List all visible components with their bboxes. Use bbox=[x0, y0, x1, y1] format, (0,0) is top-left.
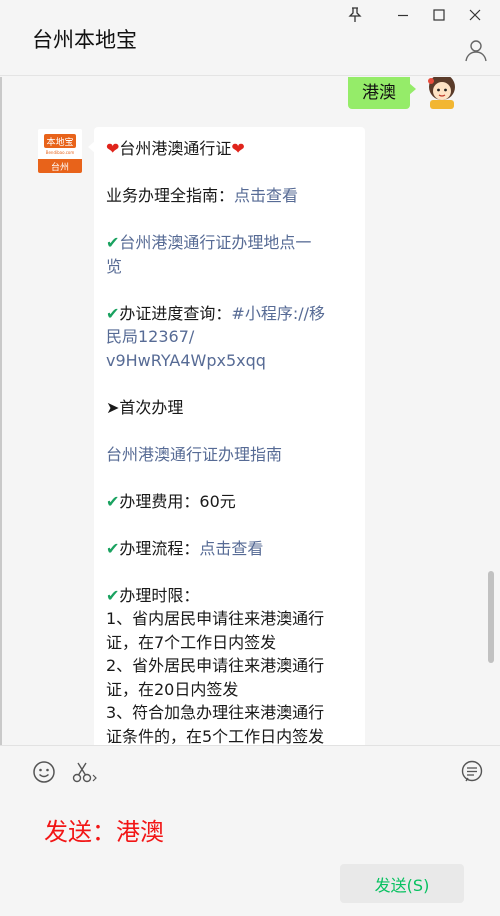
guide-title-link[interactable]: 台州港澳通行证办理指南 bbox=[106, 443, 353, 467]
my-avatar[interactable] bbox=[420, 77, 464, 111]
official-account-avatar[interactable]: 本地宝 Bendibao.com 台州 bbox=[38, 129, 82, 173]
process-prefix: 办理流程： bbox=[119, 538, 200, 558]
close-icon[interactable] bbox=[462, 4, 488, 26]
location-link-cont[interactable]: 览 bbox=[106, 255, 353, 279]
time-limit-text: 办理时限： bbox=[119, 585, 200, 605]
maximize-icon[interactable] bbox=[426, 4, 452, 26]
location-link[interactable]: 台州港澳通行证办理地点一 bbox=[119, 233, 311, 252]
reply-title-text: 台州港澳通行证 bbox=[119, 139, 232, 158]
guide-link[interactable]: 点击查看 bbox=[234, 186, 298, 205]
avatar-city-text: 台州 bbox=[51, 161, 69, 173]
time-limit-line: ✔办理时限： bbox=[106, 584, 353, 608]
location-line: ✔台州港澳通行证办理地点一 bbox=[106, 231, 353, 255]
guide-prefix: 业务办理全指南： bbox=[106, 186, 235, 205]
fee-text: 办理费用：60元 bbox=[119, 491, 236, 511]
chat-area[interactable]: 港澳 本地宝 Bendibao.com 台州 ❤台州港澳通行证❤ 业务办理全指南… bbox=[0, 77, 500, 745]
heart-icon: ❤ bbox=[231, 139, 245, 158]
progress-link-cont[interactable]: 民局12367/ bbox=[106, 325, 353, 349]
chat-title: 台州本地宝 bbox=[32, 28, 137, 52]
check-icon: ✔ bbox=[106, 491, 120, 511]
chat-history-icon[interactable] bbox=[460, 760, 484, 784]
check-icon: ✔ bbox=[106, 585, 120, 605]
emoji-icon[interactable] bbox=[32, 760, 56, 784]
limit-2-line: 2、省外居民申请往来港澳通行 bbox=[106, 656, 325, 675]
progress-prefix: 办证进度查询： bbox=[119, 303, 232, 323]
reply-message-bubble[interactable]: ❤台州港澳通行证❤ 业务办理全指南：点击查看 ✔台州港澳通行证办理地点一 览 ✔… bbox=[88, 127, 365, 746]
check-icon: ✔ bbox=[106, 233, 120, 252]
limit-3-line: 3、符合加急办理往来港澳通行 bbox=[106, 703, 325, 722]
avatar-logo-text: 本地宝 bbox=[46, 136, 73, 148]
message-composer: 发送：港澳 发送(S) bbox=[0, 745, 500, 916]
process-link[interactable]: 点击查看 bbox=[199, 539, 263, 558]
send-button[interactable]: 发送(S) bbox=[340, 864, 464, 903]
limit-1-line-cont: 证，在7个工作日内签发 bbox=[106, 632, 277, 652]
check-icon: ✔ bbox=[106, 538, 120, 558]
chat-scrollbar[interactable] bbox=[488, 571, 494, 663]
progress-link[interactable]: #小程序://移 bbox=[231, 304, 325, 323]
fee-line: ✔办理费用：60元 bbox=[106, 490, 353, 514]
guide-line: 业务办理全指南：点击查看 bbox=[106, 184, 353, 208]
heart-icon: ❤ bbox=[106, 139, 120, 158]
limit-1-line: 1、省内居民申请往来港澳通行 bbox=[106, 609, 325, 628]
title-bar: 台州本地宝 bbox=[0, 0, 500, 76]
message-input[interactable]: 发送：港澳 bbox=[44, 812, 164, 847]
avatar-site-text: Bendibao.com bbox=[46, 150, 75, 155]
limit-3-line-cont: 证条件的，在5个工作日内签发 bbox=[106, 726, 325, 746]
progress-link-cont-2[interactable]: v9HwRYA4Wpx5xqq bbox=[106, 349, 353, 373]
window-edge bbox=[0, 77, 2, 745]
pin-icon[interactable] bbox=[342, 4, 368, 26]
progress-line: ✔办证进度查询：#小程序://移 bbox=[106, 302, 353, 326]
reply-title-line: ❤台州港澳通行证❤ bbox=[106, 137, 353, 161]
person-icon[interactable] bbox=[464, 38, 488, 62]
scissors-icon[interactable] bbox=[72, 760, 102, 784]
first-time-heading: ➤首次办理 bbox=[106, 397, 184, 417]
sent-message-bubble[interactable]: 港澳 bbox=[348, 77, 416, 109]
sent-message-text: 港澳 bbox=[362, 82, 396, 103]
process-line: ✔办理流程：点击查看 bbox=[106, 537, 353, 561]
check-icon: ✔ bbox=[106, 303, 120, 323]
limit-2-line-cont: 证，在20日内签发 bbox=[106, 679, 239, 699]
minimize-icon[interactable] bbox=[390, 4, 416, 26]
